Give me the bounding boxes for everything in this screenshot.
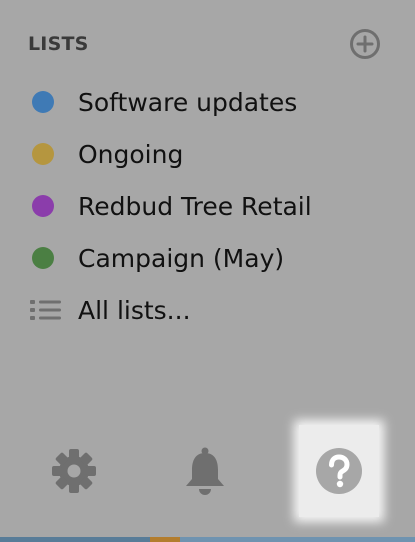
list-icon bbox=[30, 300, 61, 320]
list-item-ongoing[interactable]: Ongoing bbox=[32, 128, 392, 180]
lists-title: LISTS bbox=[28, 33, 89, 55]
list-color-dot bbox=[32, 195, 54, 217]
list-item-label: Redbud Tree Retail bbox=[78, 191, 312, 221]
settings-button[interactable] bbox=[34, 425, 114, 517]
list-item-label: Software updates bbox=[78, 87, 298, 117]
list-item-label: Ongoing bbox=[78, 139, 184, 169]
add-list-button[interactable] bbox=[349, 28, 381, 60]
list-color-dot bbox=[32, 247, 54, 269]
list-item-redbud-tree-retail[interactable]: Redbud Tree Retail bbox=[32, 180, 392, 232]
lists-panel: LISTS Software updates Ongoing Redbud Tr… bbox=[0, 0, 415, 542]
all-lists-label: All lists... bbox=[78, 295, 191, 325]
list-item-software-updates[interactable]: Software updates bbox=[32, 76, 392, 128]
list-item-campaign-may[interactable]: Campaign (May) bbox=[32, 232, 392, 284]
list-color-dot bbox=[32, 91, 54, 113]
list-color-dot bbox=[32, 143, 54, 165]
notifications-button[interactable] bbox=[165, 425, 245, 517]
plus-circle-icon bbox=[350, 29, 380, 59]
footer-toolbar bbox=[0, 425, 415, 517]
list-item-label: Campaign (May) bbox=[78, 243, 285, 273]
question-icon bbox=[316, 448, 362, 494]
all-lists-link[interactable]: All lists... bbox=[30, 284, 392, 336]
gear-icon bbox=[52, 449, 96, 493]
bottom-edge-strip bbox=[0, 537, 415, 542]
help-button[interactable] bbox=[299, 425, 379, 517]
lists-header: LISTS bbox=[28, 29, 388, 59]
bell-icon bbox=[186, 447, 224, 495]
list-items: Software updates Ongoing Redbud Tree Ret… bbox=[30, 76, 392, 336]
